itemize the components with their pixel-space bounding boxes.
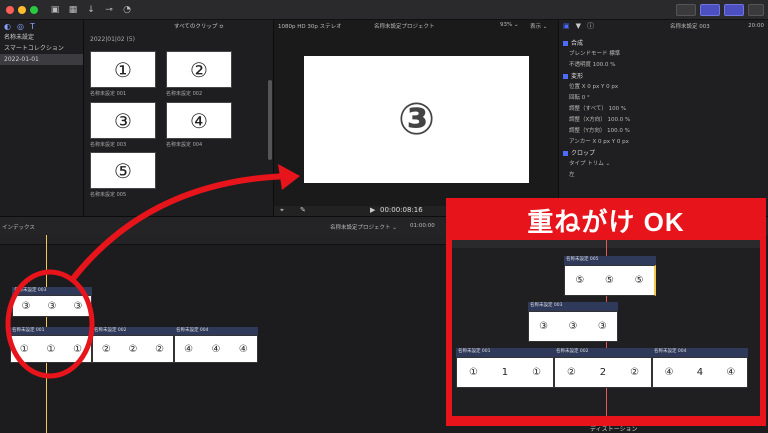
inspector-title: 名称未設定 003	[670, 24, 710, 30]
transform-section: 変形 位置 X 0 px Y 0 px 回転 0 ° 調整（すべて） 100 %…	[559, 71, 768, 148]
inspector-toggle-button[interactable]	[724, 4, 744, 16]
keyword-icon[interactable]: ⊸	[102, 4, 116, 16]
timeline-clip[interactable]: 名称未設定 001 ① ① ①	[10, 327, 92, 363]
video-inspector-icon[interactable]: ▣	[563, 22, 570, 30]
library-item[interactable]: 名称未設定	[0, 32, 83, 43]
titles-tab-icon[interactable]: T	[30, 22, 35, 31]
event-item[interactable]: 2022-01-01	[0, 54, 83, 65]
viewer: 1080p HD 30p ステレオ 名称未設定プロジェクト 93% ⌄ 表示 ⌄…	[274, 20, 558, 216]
callout-timeline: 名称未設定 005 ⑤ ⑤ ⑤ 名称未設定 003 ③ ③ ③ 名称未設定 00…	[452, 240, 760, 416]
callout-clip[interactable]: 名称未設定 002 ② 2 ②	[554, 348, 652, 388]
clip-thumbnail[interactable]: ② 名称未設定 002	[166, 51, 232, 97]
compositing-section: 合成 ブレンドモード 標準 不透明度 100.0 %	[559, 38, 768, 71]
clip-browser: すべてのクリップ ≎ 2022|01|02 (5) ① 名称未設定 001 ② …	[84, 20, 274, 216]
photos-tab-icon[interactable]: ◎	[17, 22, 24, 31]
top-toolbar: ▣ ▦ ↓ ⊸ ◔	[0, 0, 768, 20]
display-dropdown[interactable]: 表示 ⌄	[530, 22, 547, 30]
clip-thumbnail[interactable]: ③ 名称未設定 003	[90, 102, 156, 148]
browser-toggle-button[interactable]	[676, 4, 696, 16]
timecode-display: 00:00:08:16	[380, 206, 423, 214]
timeline-clip[interactable]: 名称未設定 002 ② ② ②	[92, 327, 174, 363]
smart-collection-item[interactable]: スマートコレクション	[0, 43, 83, 54]
format-label: 1080p HD 30p ステレオ	[278, 24, 342, 30]
browser-scrollbar[interactable]	[268, 80, 272, 160]
crop-section: クロップ タイプ トリム ⌄ 左	[559, 148, 768, 181]
index-button[interactable]: インデックス	[2, 223, 35, 231]
background-tasks-icon[interactable]: ◔	[120, 4, 134, 16]
share-button[interactable]	[748, 4, 764, 16]
close-window-button[interactable]	[6, 6, 14, 14]
callout-clip[interactable]: 名称未設定 003 ③ ③ ③	[528, 302, 618, 342]
inspector-timecode: 20:00	[748, 23, 764, 29]
timeline-clip[interactable]: 名称未設定 004 ④ ④ ④	[174, 327, 258, 363]
library-icon[interactable]: ▣	[48, 4, 62, 16]
timeline-clip[interactable]: 名称未設定 003 ③ ③ ③	[12, 287, 92, 317]
clip-thumbnail[interactable]: ① 名称未設定 001	[90, 51, 156, 97]
library-sidebar: ◐ ◎ T 名称未設定 スマートコレクション 2022-01-01	[0, 20, 84, 216]
callout-clip[interactable]: 名称未設定 005 ⑤ ⑤ ⑤	[564, 256, 656, 296]
clip-thumbnail[interactable]: ⑤ 名称未設定 005	[90, 152, 156, 198]
timeline-project-dropdown[interactable]: 名称未設定プロジェクト ⌄	[330, 223, 397, 231]
import-icon[interactable]: ↓	[84, 4, 98, 16]
minimize-window-button[interactable]	[18, 6, 26, 14]
viewer-frame[interactable]: ③	[304, 56, 529, 183]
photos-icon[interactable]: ▦	[66, 4, 80, 16]
color-inspector-icon[interactable]: ▼	[576, 22, 581, 30]
viewer-project-label: 名称未設定プロジェクト	[374, 24, 435, 30]
enhance-icon[interactable]: ✎	[300, 206, 306, 214]
clip-filter-dropdown[interactable]: すべてのクリップ ≎	[174, 22, 224, 30]
timeline-ruler[interactable]	[0, 235, 448, 245]
libraries-tab-icon[interactable]: ◐	[4, 22, 11, 31]
zoom-window-button[interactable]	[30, 6, 38, 14]
info-inspector-icon[interactable]: ⓘ	[587, 21, 594, 31]
group-header[interactable]: 2022|01|02 (5)	[90, 36, 135, 43]
clip-thumbnail[interactable]: ④ 名称未設定 004	[166, 102, 232, 148]
transform-tool-icon[interactable]: ⌖	[280, 206, 284, 215]
inspector-tabs: ▣ ▼ ⓘ 名称未設定 003 20:00	[559, 20, 768, 32]
callout-clip[interactable]: 名称未設定 004 ④ 4 ④	[652, 348, 748, 388]
zoom-dropdown[interactable]: 93% ⌄	[500, 22, 519, 28]
callout-title: 重ねがけ OK	[527, 207, 685, 237]
inspector: ▣ ▼ ⓘ 名称未設定 003 20:00 合成 ブレンドモード 標準 不透明度…	[558, 20, 768, 216]
callout-box: 重ねがけ OK 名称未設定 005 ⑤ ⑤ ⑤ 名称未設定 003 ③ ③ ③ …	[446, 198, 766, 426]
sidebar-tabs: ◐ ◎ T	[0, 20, 83, 32]
timeline-toggle-button[interactable]	[700, 4, 720, 16]
callout-clip[interactable]: 名称未設定 001 ① 1 ①	[456, 348, 554, 388]
play-icon[interactable]: ▶	[370, 206, 375, 214]
timeline-duration: 01:00:00	[410, 223, 435, 229]
